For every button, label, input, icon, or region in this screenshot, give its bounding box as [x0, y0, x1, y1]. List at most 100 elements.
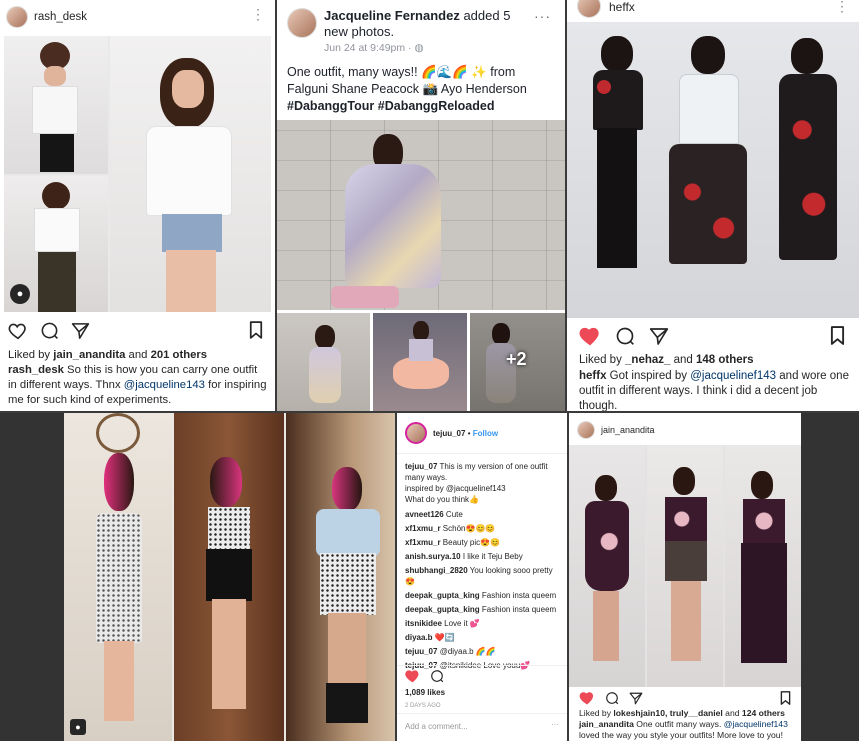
caption-username[interactable]: heffx: [579, 370, 606, 382]
heart-icon[interactable]: [579, 326, 601, 346]
liked-user-link[interactable]: _nehaz_: [625, 354, 670, 366]
actions-divider: [397, 665, 567, 666]
comment-user[interactable]: tejuu_07: [405, 462, 437, 471]
fb-main-photo[interactable]: [277, 120, 565, 310]
photo-right-large: [110, 36, 271, 312]
comment-user[interactable]: avneet126: [405, 510, 444, 519]
share-icon[interactable]: [649, 327, 669, 346]
header-divider: [397, 453, 567, 454]
user-tag-icon[interactable]: ●: [10, 284, 30, 304]
comment-item: xf1xmu_r Beauty pic😍😊: [405, 537, 561, 548]
comment-item: inspired by @jacquelinef143: [405, 483, 561, 494]
caption-username[interactable]: rash_desk: [8, 364, 64, 376]
post-header: rash_desk ⋮: [0, 4, 275, 30]
person-figure: [146, 126, 232, 216]
more-photos-count[interactable]: +2: [506, 349, 527, 370]
comment-item: itsnikidee Love it 💕: [405, 618, 561, 629]
person-figure: [671, 581, 701, 661]
person-figure: [309, 347, 341, 403]
post-tejuu-comments: tejuu_07 • Follow tejuu_07 This is my ve…: [397, 413, 567, 741]
post-photo-collage[interactable]: [567, 22, 859, 318]
background-gap: [801, 413, 859, 741]
more-icon[interactable]: ⋮: [835, 0, 849, 15]
comment-item: diyaa.b ❤️🔄: [405, 632, 561, 643]
heart-icon[interactable]: [8, 322, 28, 340]
person-figure: [691, 36, 725, 74]
avatar[interactable]: [287, 8, 317, 38]
comment-item: deepak_gupta_king Fashion insta queem: [405, 590, 561, 601]
caption-mention[interactable]: @jacquelinef143: [690, 370, 776, 382]
post-tejuu-photo[interactable]: ●: [64, 413, 395, 741]
comment-list: tejuu_07 This is my version of one outfi…: [405, 461, 561, 671]
username[interactable]: rash_desk: [34, 11, 87, 23]
action-bar: [8, 321, 90, 340]
liked-count-link[interactable]: 201 others: [151, 349, 208, 361]
more-icon[interactable]: ···: [551, 719, 559, 730]
share-icon[interactable]: [71, 322, 90, 340]
person-figure: [212, 599, 246, 709]
post-heffx: heffx ⋮ Liked by _nehaz_ and 148 others …: [567, 0, 859, 411]
person-figure: [601, 36, 633, 72]
timestamp[interactable]: Jun 24 at 9:49pm ·: [324, 42, 414, 54]
person-figure: [331, 286, 399, 308]
liked-user-link[interactable]: lokeshjain10, truly__daniel: [613, 708, 722, 718]
comment-item: tejuu_07 This is my version of one outfi…: [405, 461, 561, 483]
avatar[interactable]: [6, 6, 28, 28]
fb-thumb-1[interactable]: [277, 313, 370, 411]
fb-thumb-more[interactable]: +2: [470, 313, 565, 411]
caption-mention[interactable]: @jacqueline143: [124, 379, 205, 391]
heart-icon[interactable]: [405, 669, 420, 683]
person-figure: [44, 66, 66, 86]
liked-count-link[interactable]: 124 others: [742, 708, 785, 718]
comment-user[interactable]: itsnikidee: [405, 619, 442, 628]
comment-user[interactable]: tejuu_07: [405, 647, 437, 656]
username[interactable]: heffx: [609, 0, 635, 14]
add-comment-input[interactable]: Add a comment...: [405, 721, 468, 732]
username[interactable]: tejuu_07: [433, 428, 465, 439]
liked-user-link[interactable]: jain_anandita: [53, 349, 125, 361]
hashtag-link[interactable]: #DabanggReloaded: [378, 99, 495, 113]
caption-username[interactable]: jain_anandita: [579, 719, 634, 729]
person-figure: [96, 513, 142, 643]
caption-mention[interactable]: @jacquelinef143: [724, 719, 788, 729]
comment-user[interactable]: deepak_gupta_king: [405, 591, 480, 600]
post-facebook: Jacqueline Fernandez added 5 new photos.…: [277, 0, 565, 411]
bookmark-icon[interactable]: [830, 326, 845, 345]
fb-thumb-2[interactable]: [373, 313, 467, 411]
liked-count-link[interactable]: 148 others: [696, 354, 754, 366]
comment-user[interactable]: xf1xmu_r: [405, 524, 441, 533]
bookmark-icon[interactable]: [249, 321, 263, 339]
person-figure: [32, 86, 78, 134]
person-figure: [585, 501, 629, 591]
wall-clock: [96, 413, 140, 453]
comment-icon[interactable]: [430, 669, 444, 683]
follow-button[interactable]: Follow: [473, 428, 498, 439]
avatar[interactable]: [577, 0, 601, 18]
comment-user[interactable]: anish.surya.10: [405, 552, 461, 561]
hashtag-link[interactable]: #DabanggTour: [287, 99, 374, 113]
comment-icon[interactable]: [615, 326, 635, 346]
likes-count[interactable]: 1,089 likes: [405, 687, 445, 698]
author-link[interactable]: Jacqueline Fernandez: [324, 8, 460, 23]
username[interactable]: jain_anandita: [601, 425, 655, 435]
avatar[interactable]: [405, 422, 427, 444]
comment-item: xf1xmu_r Schön😍😊😊: [405, 523, 561, 534]
comment-user[interactable]: shubhangi_2820: [405, 566, 468, 575]
user-tag-icon[interactable]: ●: [70, 719, 86, 735]
heart-icon[interactable]: [579, 691, 595, 705]
person-figure: [595, 475, 617, 501]
post-photo-collage[interactable]: [569, 445, 801, 687]
bookmark-icon[interactable]: [780, 691, 791, 705]
more-icon[interactable]: ⋮: [251, 6, 265, 23]
comment-user[interactable]: xf1xmu_r: [405, 538, 441, 547]
comment-user[interactable]: diyaa.b: [405, 633, 433, 642]
post-text-line2: Falguni Shane Peacock 📸 Ayo Henderson: [287, 82, 527, 96]
avatar[interactable]: [577, 421, 595, 439]
more-icon[interactable]: ···: [534, 8, 551, 24]
share-icon[interactable]: [629, 692, 643, 705]
comment-icon[interactable]: [605, 691, 619, 705]
comment-icon[interactable]: [40, 321, 59, 340]
post-meta: Jun 24 at 9:49pm · ◍: [324, 42, 424, 54]
photo-right: [725, 445, 801, 687]
comment-user[interactable]: deepak_gupta_king: [405, 605, 480, 614]
